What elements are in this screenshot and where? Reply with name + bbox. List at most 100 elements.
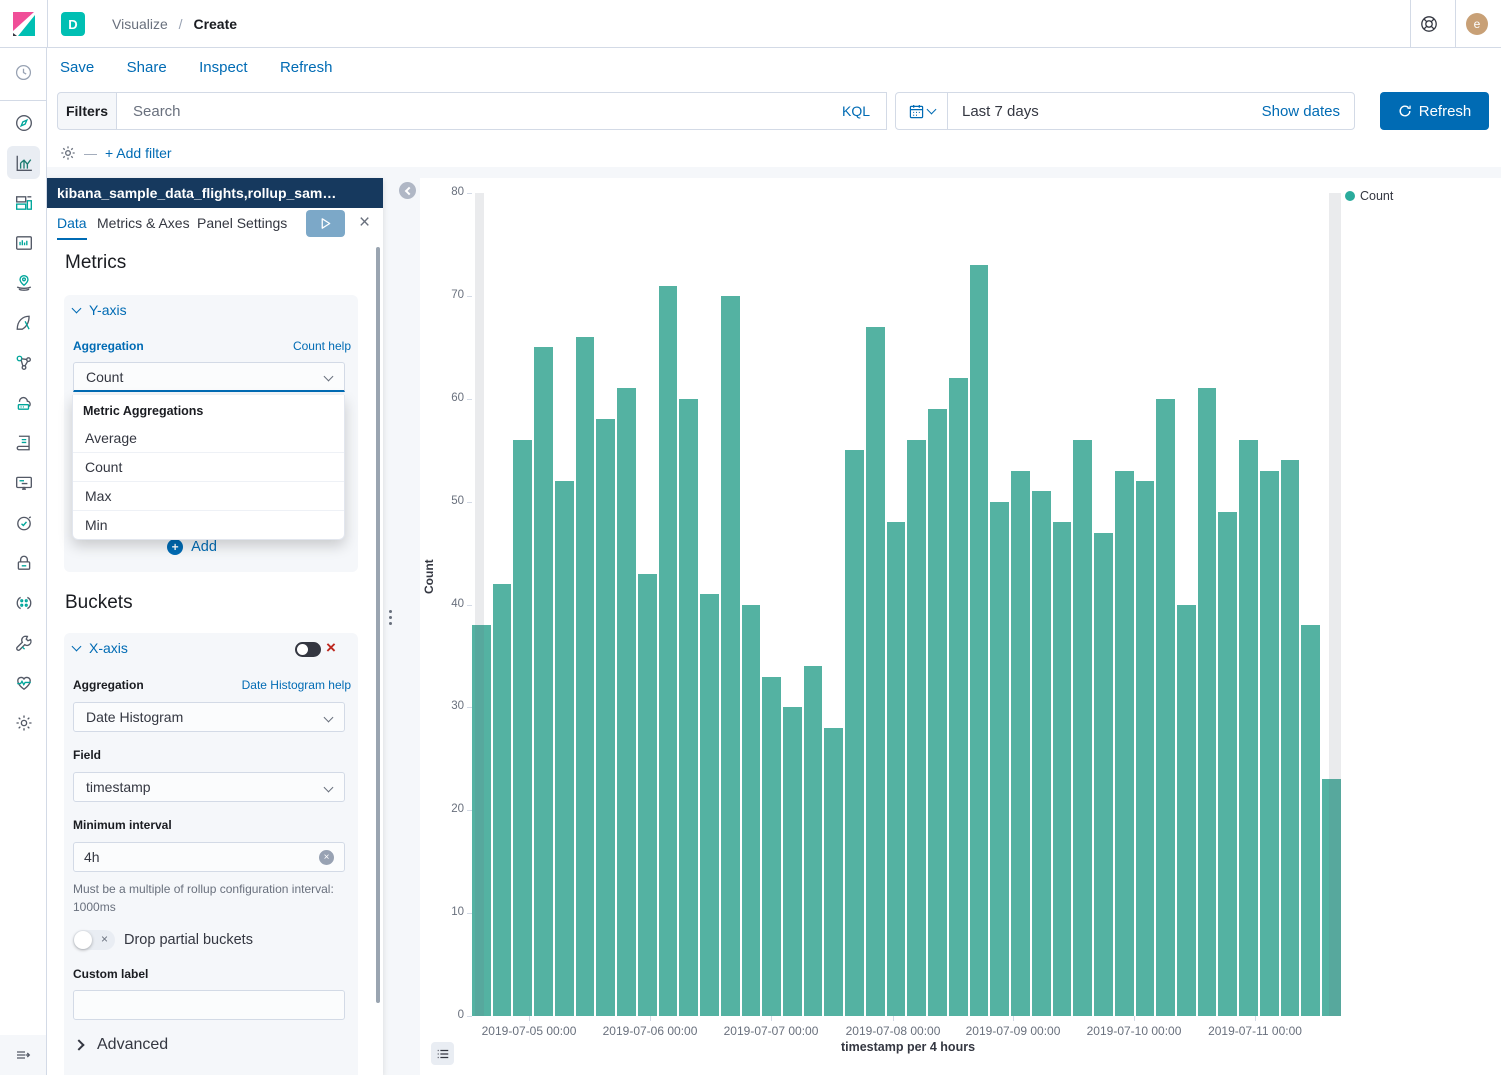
- bar[interactable]: [700, 594, 719, 1016]
- refresh-link[interactable]: Refresh: [280, 59, 333, 76]
- graph-icon[interactable]: [7, 346, 40, 379]
- custom-label-input[interactable]: [73, 990, 345, 1020]
- bucket-aggregation-select[interactable]: Date Histogram: [73, 702, 345, 732]
- panel-resizer-handle[interactable]: [386, 610, 394, 625]
- discover-icon[interactable]: [7, 106, 40, 139]
- visualize-icon[interactable]: [7, 146, 40, 179]
- add-metric-button[interactable]: + Add: [45, 539, 339, 555]
- breadcrumb-visualize[interactable]: Visualize: [112, 16, 168, 32]
- bar[interactable]: [534, 347, 553, 1016]
- show-dates-button[interactable]: Show dates: [1262, 103, 1354, 120]
- filter-settings-gear-icon[interactable]: [60, 145, 76, 161]
- date-range-display[interactable]: Last 7 days: [948, 103, 1262, 120]
- bar[interactable]: [721, 296, 740, 1016]
- dev-tools-icon[interactable]: [7, 626, 40, 659]
- bar[interactable]: [513, 440, 532, 1016]
- bar[interactable]: [576, 337, 595, 1016]
- collapse-nav-button[interactable]: [0, 1035, 46, 1075]
- filters-menu-button[interactable]: Filters: [57, 92, 117, 130]
- option-average[interactable]: Average: [73, 424, 344, 452]
- minimum-interval-input[interactable]: 4h ×: [73, 842, 345, 872]
- bar[interactable]: [1260, 471, 1279, 1016]
- bar[interactable]: [887, 522, 906, 1016]
- bar[interactable]: [596, 419, 615, 1016]
- toggle-bucket-enabled[interactable]: [295, 642, 321, 657]
- bar[interactable]: [742, 605, 761, 1017]
- field-select[interactable]: timestamp: [73, 772, 345, 802]
- recently-viewed-icon[interactable]: [7, 56, 40, 89]
- bar[interactable]: [617, 388, 636, 1016]
- option-max[interactable]: Max: [73, 481, 344, 510]
- tab-metrics-axes[interactable]: Metrics & Axes: [97, 215, 190, 231]
- space-badge[interactable]: D: [61, 12, 85, 36]
- legend-item-count[interactable]: Count: [1345, 189, 1393, 203]
- code-icon[interactable]: [7, 586, 40, 619]
- maps-icon[interactable]: [7, 266, 40, 299]
- count-help-link[interactable]: Count help: [293, 339, 351, 353]
- canvas-icon[interactable]: [7, 226, 40, 259]
- bar[interactable]: [1218, 512, 1237, 1016]
- add-filter-button[interactable]: + Add filter: [105, 145, 172, 161]
- y-axis-accordion[interactable]: Y-axis: [73, 302, 127, 318]
- remove-bucket-icon[interactable]: ×: [326, 640, 336, 656]
- bar[interactable]: [990, 502, 1009, 1016]
- bar[interactable]: [949, 378, 968, 1016]
- bar[interactable]: [1136, 481, 1155, 1016]
- option-min[interactable]: Min: [73, 510, 344, 539]
- bar[interactable]: [824, 728, 843, 1016]
- editor-scrollbar[interactable]: [376, 247, 380, 1003]
- bar[interactable]: [762, 677, 781, 1016]
- discard-changes-icon[interactable]: ×: [359, 212, 370, 234]
- kibana-logo[interactable]: [10, 10, 38, 38]
- bar[interactable]: [1239, 440, 1258, 1016]
- clear-input-icon[interactable]: ×: [319, 850, 334, 865]
- logs-icon[interactable]: [7, 426, 40, 459]
- date-histogram-help-link[interactable]: Date Histogram help: [242, 678, 351, 692]
- apm-icon[interactable]: [7, 466, 40, 499]
- bar[interactable]: [555, 481, 574, 1016]
- inspect-button[interactable]: Inspect: [199, 59, 247, 76]
- bar[interactable]: [928, 409, 947, 1016]
- apply-changes-button[interactable]: [306, 210, 345, 237]
- metric-aggregation-select[interactable]: Count: [73, 362, 345, 392]
- machine-learning-icon[interactable]: [7, 306, 40, 339]
- bar[interactable]: [1301, 625, 1320, 1016]
- option-count[interactable]: Count: [73, 452, 344, 481]
- infrastructure-icon[interactable]: [7, 386, 40, 419]
- advanced-accordion[interactable]: Advanced: [75, 1036, 168, 1054]
- management-icon[interactable]: [7, 706, 40, 739]
- save-button[interactable]: Save: [60, 59, 94, 76]
- bar[interactable]: [1156, 399, 1175, 1016]
- kql-toggle[interactable]: KQL: [842, 103, 886, 119]
- bar[interactable]: [866, 327, 885, 1016]
- dashboard-icon[interactable]: [7, 186, 40, 219]
- bar[interactable]: [783, 707, 802, 1016]
- search-input[interactable]: [117, 103, 842, 120]
- bar[interactable]: [1094, 533, 1113, 1017]
- bar[interactable]: [970, 265, 989, 1016]
- bar[interactable]: [804, 666, 823, 1016]
- uptime-icon[interactable]: [7, 506, 40, 539]
- bar[interactable]: [845, 450, 864, 1016]
- bar-series[interactable]: [472, 193, 1341, 1016]
- bar[interactable]: [638, 574, 657, 1016]
- legend-toggle-button[interactable]: [431, 1042, 454, 1065]
- collapse-editor-button[interactable]: [399, 182, 416, 199]
- bar[interactable]: [1115, 471, 1134, 1016]
- bar[interactable]: [1053, 522, 1072, 1016]
- bar[interactable]: [907, 440, 926, 1016]
- siem-icon[interactable]: [7, 546, 40, 579]
- bar[interactable]: [493, 584, 512, 1016]
- tab-panel-settings[interactable]: Panel Settings: [197, 215, 287, 231]
- bar[interactable]: [1177, 605, 1196, 1017]
- bar[interactable]: [1073, 440, 1092, 1016]
- tab-data[interactable]: Data: [57, 215, 87, 240]
- help-icon[interactable]: [1420, 15, 1438, 33]
- calendar-button[interactable]: [896, 93, 948, 129]
- bar[interactable]: [1198, 388, 1217, 1016]
- bar[interactable]: [1032, 491, 1051, 1016]
- bar[interactable]: [679, 399, 698, 1016]
- stack-monitoring-icon[interactable]: [7, 666, 40, 699]
- bar[interactable]: [1281, 460, 1300, 1016]
- bar[interactable]: [1011, 471, 1030, 1016]
